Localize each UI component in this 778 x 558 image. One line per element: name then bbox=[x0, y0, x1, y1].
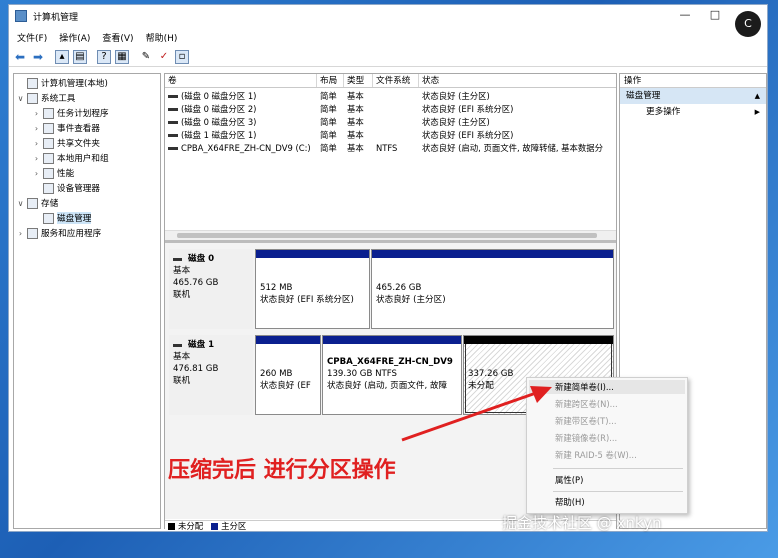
watermark: 掘金技术社区 @ xnkyn bbox=[502, 514, 662, 532]
annotation-text: 压缩完后 进行分区操作 bbox=[168, 458, 396, 483]
